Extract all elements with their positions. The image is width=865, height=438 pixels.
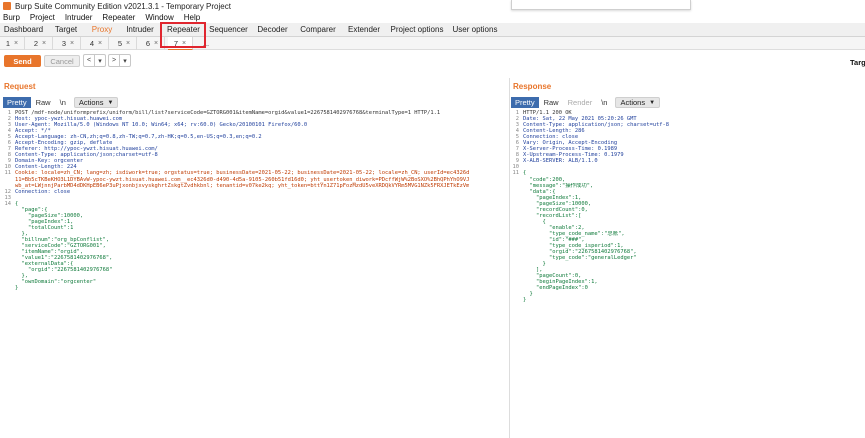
line-content: }: [15, 285, 19, 292]
burp-logo-icon: [3, 2, 11, 10]
tab-target[interactable]: Target: [47, 22, 85, 36]
close-icon[interactable]: ×: [154, 40, 158, 47]
menu-help[interactable]: Help: [184, 13, 200, 22]
tab-user-options[interactable]: User options: [448, 22, 502, 36]
repeater-tab-label: 5: [117, 39, 123, 48]
code-line: }: [3, 285, 506, 291]
chevron-down-icon[interactable]: ▾: [95, 55, 105, 66]
repeater-tab-label: 1: [5, 39, 11, 48]
back-nav: < ▾: [83, 54, 106, 67]
repeater-tab[interactable]: 3 ×: [56, 37, 81, 50]
chevron-down-icon: ▼: [649, 99, 656, 106]
request-tab-raw[interactable]: Raw: [32, 97, 55, 108]
repeater-tab[interactable]: 5 ×: [112, 37, 137, 50]
forward-icon[interactable]: >: [109, 55, 119, 66]
response-tab-raw[interactable]: Raw: [540, 97, 563, 108]
menu-project[interactable]: Project: [30, 13, 55, 22]
repeater-tab-label: 4: [89, 39, 95, 48]
tab-sequencer[interactable]: Sequencer: [206, 22, 251, 36]
response-tab-newline[interactable]: \n: [597, 97, 611, 108]
control-bar: Send Cancel < ▾ > ▾ Targ: [0, 50, 865, 71]
repeater-tab-new[interactable]: ...: [196, 37, 216, 50]
chevron-down-icon[interactable]: ▾: [120, 55, 130, 66]
response-title: Response: [513, 82, 552, 91]
send-button[interactable]: Send: [4, 55, 41, 67]
repeater-tab[interactable]: 1 ×: [0, 37, 25, 50]
tab-proxy[interactable]: Proxy: [85, 22, 119, 36]
request-tab-pretty[interactable]: Pretty: [3, 97, 31, 108]
actions-label: Actions: [620, 98, 646, 107]
repeater-tab[interactable]: 2 ×: [28, 37, 53, 50]
repeater-tabs: 1 × 2 × 3 × 4 × 5 × 6 × 7 × ...: [0, 37, 865, 50]
close-icon[interactable]: ×: [14, 40, 18, 47]
repeater-tab-label: 6: [145, 39, 151, 48]
tab-project-options[interactable]: Project options: [386, 22, 448, 36]
chevron-down-icon: ▼: [107, 99, 114, 106]
line-number: [3, 285, 11, 291]
overlay-window-edge: [511, 0, 691, 10]
tab-comparer[interactable]: Comparer: [294, 22, 342, 36]
target-label[interactable]: Targ: [850, 58, 865, 67]
repeater-tab-active[interactable]: 7 ×: [168, 37, 193, 50]
close-icon[interactable]: ×: [182, 40, 186, 47]
menu-window[interactable]: Window: [145, 13, 173, 22]
repeater-tab[interactable]: 6 ×: [140, 37, 165, 50]
response-tab-pretty[interactable]: Pretty: [511, 97, 539, 108]
menu-repeater[interactable]: Repeater: [102, 13, 135, 22]
close-icon[interactable]: ×: [98, 40, 102, 47]
menu-burp[interactable]: Burp: [3, 13, 20, 22]
response-actions-button[interactable]: Actions ▼: [615, 97, 661, 108]
close-icon[interactable]: ×: [42, 40, 46, 47]
close-icon[interactable]: ×: [70, 40, 74, 47]
repeater-tab-label: 3: [61, 39, 67, 48]
request-tab-newline[interactable]: \n: [56, 97, 70, 108]
tab-repeater[interactable]: Repeater: [161, 22, 206, 36]
menu-intruder[interactable]: Intruder: [65, 13, 93, 22]
actions-label: Actions: [78, 98, 104, 107]
repeater-tab-label: 7: [173, 38, 179, 48]
request-actions-button[interactable]: Actions ▼: [73, 97, 119, 108]
response-editor[interactable]: 1 HTTP/1.1 200 OK 2 Date: Sat, 22 May 2021 …: [511, 110, 861, 304]
back-icon[interactable]: <: [84, 55, 94, 66]
tab-intruder[interactable]: Intruder: [119, 22, 161, 36]
tool-tabs: Dashboard Target Proxy Intruder Repeater…: [0, 23, 865, 37]
tab-decoder[interactable]: Decoder: [251, 22, 294, 36]
request-title: Request: [4, 82, 36, 91]
title-bar: Burp Suite Community Edition v2021.3.1 -…: [0, 0, 865, 12]
window-title: Burp Suite Community Edition v2021.3.1 -…: [15, 1, 231, 11]
line-number: [511, 297, 519, 303]
repeater-tab-label: ...: [202, 39, 210, 48]
tab-extender[interactable]: Extender: [342, 22, 386, 36]
pane-divider[interactable]: [509, 78, 510, 438]
line-content: }: [523, 297, 527, 304]
close-icon[interactable]: ×: [126, 40, 130, 47]
cancel-button[interactable]: Cancel: [44, 55, 80, 67]
repeater-tab[interactable]: 4 ×: [84, 37, 109, 50]
tab-dashboard[interactable]: Dashboard: [0, 22, 47, 36]
request-editor[interactable]: 1 POST /mdf-node/uniformprefix/uniform/bi…: [3, 110, 506, 291]
request-toolbar: Pretty Raw \n Actions ▼: [3, 97, 119, 108]
code-line: }: [511, 297, 861, 303]
response-toolbar: Pretty Raw Render \n Actions ▼: [511, 97, 661, 108]
response-tab-render[interactable]: Render: [564, 97, 597, 108]
repeater-tab-label: 2: [33, 39, 39, 48]
forward-nav: > ▾: [108, 54, 131, 67]
